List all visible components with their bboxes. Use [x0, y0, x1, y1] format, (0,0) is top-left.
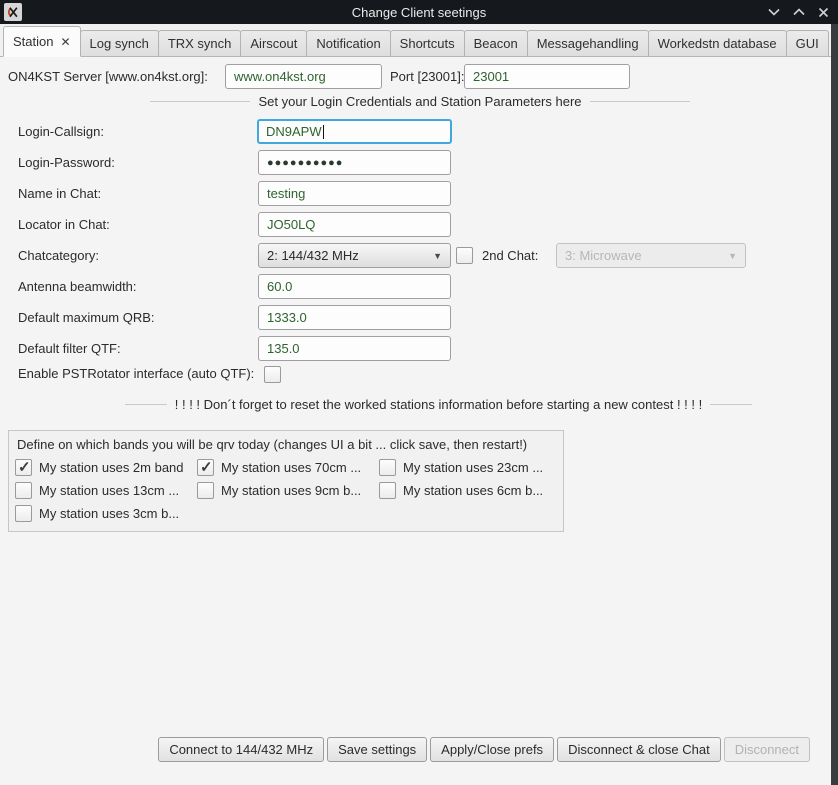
band-6cm-label: My station uses 6cm b... — [403, 482, 543, 499]
settings-window: Change Client seetings Station ✕ Log syn… — [0, 0, 838, 785]
apply-close-prefs-button[interactable]: Apply/Close prefs — [430, 737, 554, 762]
x11-logo-icon — [6, 5, 20, 19]
band-23cm-checkbox[interactable] — [379, 459, 396, 476]
chatcategory-label: Chatcategory: — [18, 243, 99, 268]
band-70cm-item[interactable]: My station uses 70cm ... — [197, 459, 361, 476]
tab-label: Shortcuts — [400, 36, 455, 51]
band-6cm-item[interactable]: My station uses 6cm b... — [379, 482, 543, 499]
tab-label: GUI — [796, 36, 819, 51]
chevron-down-icon: ▼ — [728, 251, 737, 261]
login-callsign-label: Login-Callsign: — [18, 119, 104, 144]
credentials-separator-text: Set your Login Credentials and Station P… — [258, 94, 581, 109]
close-icon[interactable] — [817, 6, 830, 19]
background-window-edge — [831, 24, 838, 785]
credentials-separator: Set your Login Credentials and Station P… — [150, 93, 690, 109]
tab-label: Beacon — [474, 36, 518, 51]
server-input[interactable]: www.on4kst.org — [225, 64, 382, 89]
band-2m-item[interactable]: My station uses 2m band — [15, 459, 184, 476]
band-13cm-label: My station uses 13cm ... — [39, 482, 179, 499]
tab-label: Workedstn database — [658, 36, 777, 51]
locator-in-chat-label: Locator in Chat: — [18, 212, 110, 237]
tab-beacon[interactable]: Beacon — [464, 30, 528, 56]
band-23cm-item[interactable]: My station uses 23cm ... — [379, 459, 543, 476]
default-max-qrb-input[interactable]: 1333.0 — [258, 305, 451, 330]
tab-close-icon[interactable]: ✕ — [60, 35, 70, 49]
band-9cm-label: My station uses 9cm b... — [221, 482, 361, 499]
titlebar: Change Client seetings — [0, 0, 838, 24]
tab-gui[interactable]: GUI — [786, 30, 829, 56]
login-password-label: Login-Password: — [18, 150, 115, 175]
connect-button[interactable]: Connect to 144/432 MHz — [158, 737, 324, 762]
bands-groupbox: Define on which bands you will be qrv to… — [8, 430, 564, 532]
tab-label: Log synch — [90, 36, 149, 51]
app-icon — [4, 3, 22, 21]
tab-airscout[interactable]: Airscout — [240, 30, 307, 56]
port-input[interactable]: 23001 — [464, 64, 630, 89]
login-password-input[interactable]: ●●●●●●●●●● — [258, 150, 451, 175]
pstrotator-label: Enable PSTRotator interface (auto QTF): — [18, 364, 254, 384]
band-13cm-item[interactable]: My station uses 13cm ... — [15, 482, 179, 499]
default-filter-qtf-label: Default filter QTF: — [18, 336, 121, 361]
antenna-beamwidth-label: Antenna beamwidth: — [18, 274, 137, 299]
chatcategory-value: 2: 144/432 MHz — [267, 248, 359, 263]
tab-notification[interactable]: Notification — [306, 30, 390, 56]
tab-label: Notification — [316, 36, 380, 51]
band-70cm-checkbox[interactable] — [197, 459, 214, 476]
chevron-down-icon: ▼ — [433, 251, 442, 261]
second-chat-label: 2nd Chat: — [482, 243, 538, 268]
disconnect-button: Disconnect — [724, 737, 810, 762]
window-title: Change Client seetings — [0, 5, 838, 20]
second-chat-checkbox[interactable] — [456, 247, 473, 264]
band-2m-checkbox[interactable] — [15, 459, 32, 476]
tabbar: Station ✕ Log synch TRX synch Airscout N… — [0, 24, 831, 57]
band-3cm-item[interactable]: My station uses 3cm b... — [15, 505, 179, 522]
band-70cm-label: My station uses 70cm ... — [221, 459, 361, 476]
tab-shortcuts[interactable]: Shortcuts — [390, 30, 465, 56]
window-controls — [767, 0, 830, 24]
tab-messagehandling[interactable]: Messagehandling — [527, 30, 649, 56]
contest-warning-text: ! ! ! ! Don´t forget to reset the worked… — [175, 397, 702, 412]
contest-warning-separator: ! ! ! ! Don´t forget to reset the worked… — [125, 396, 752, 412]
bands-groupbox-title: Define on which bands you will be qrv to… — [17, 437, 527, 452]
locator-in-chat-input[interactable]: JO50LQ — [258, 212, 451, 237]
name-in-chat-input[interactable]: testing — [258, 181, 451, 206]
second-chat-value: 3: Microwave — [565, 248, 642, 263]
band-2m-label: My station uses 2m band — [39, 459, 184, 476]
pstrotator-checkbox[interactable] — [264, 366, 281, 383]
band-3cm-label: My station uses 3cm b... — [39, 505, 179, 522]
login-password-value: ●●●●●●●●●● — [267, 157, 343, 169]
tab-label: Airscout — [250, 36, 297, 51]
minimize-icon[interactable] — [767, 6, 780, 19]
login-callsign-input[interactable]: DN9APW — [257, 119, 452, 144]
tab-workedstn-database[interactable]: Workedstn database — [648, 30, 787, 56]
tab-label: TRX synch — [168, 36, 232, 51]
default-max-qrb-label: Default maximum QRB: — [18, 305, 155, 330]
login-callsign-value: DN9APW — [266, 124, 322, 139]
band-6cm-checkbox[interactable] — [379, 482, 396, 499]
band-9cm-item[interactable]: My station uses 9cm b... — [197, 482, 361, 499]
tab-trx-synch[interactable]: TRX synch — [158, 30, 242, 56]
text-caret — [323, 125, 324, 139]
bottom-button-bar: Connect to 144/432 MHz Save settings App… — [0, 737, 810, 762]
tab-label: Station — [13, 34, 53, 49]
port-label: Port [23001]: — [390, 64, 464, 89]
server-label: ON4KST Server [www.on4kst.org]: — [8, 64, 208, 89]
tab-log-synch[interactable]: Log synch — [80, 30, 159, 56]
disconnect-close-chat-button[interactable]: Disconnect & close Chat — [557, 737, 721, 762]
name-in-chat-label: Name in Chat: — [18, 181, 101, 206]
band-13cm-checkbox[interactable] — [15, 482, 32, 499]
default-filter-qtf-input[interactable]: 135.0 — [258, 336, 451, 361]
tab-label: Messagehandling — [537, 36, 639, 51]
antenna-beamwidth-input[interactable]: 60.0 — [258, 274, 451, 299]
band-9cm-checkbox[interactable] — [197, 482, 214, 499]
chatcategory-dropdown[interactable]: 2: 144/432 MHz ▼ — [258, 243, 451, 268]
band-23cm-label: My station uses 23cm ... — [403, 459, 543, 476]
tab-station[interactable]: Station ✕ — [3, 26, 81, 57]
second-chat-dropdown: 3: Microwave ▼ — [556, 243, 746, 268]
save-settings-button[interactable]: Save settings — [327, 737, 427, 762]
band-3cm-checkbox[interactable] — [15, 505, 32, 522]
maximize-icon[interactable] — [792, 6, 805, 19]
